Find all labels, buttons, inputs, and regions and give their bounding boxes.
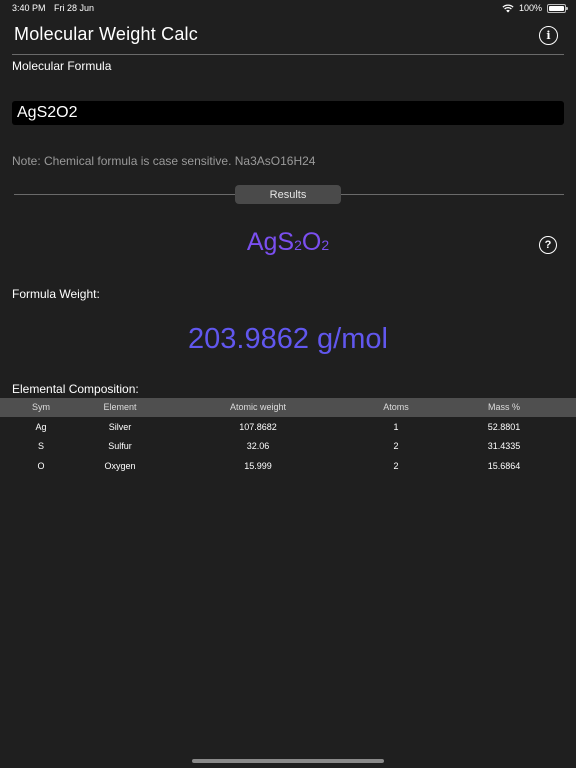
status-time: 3:40 PM — [12, 3, 46, 13]
wifi-icon — [502, 4, 514, 13]
status-right: 100% — [502, 3, 568, 13]
formula-input[interactable] — [12, 101, 564, 125]
column-header-mass-percent: Mass % — [487, 402, 520, 412]
composition-table-header: Sym Element Atomic weight Atoms Mass % — [0, 398, 576, 417]
column-header-atomic-weight: Atomic weight — [229, 402, 287, 412]
results-divider-left — [14, 194, 235, 195]
column-header-atoms: Atoms — [383, 402, 409, 412]
formula-element: S — [277, 228, 295, 256]
home-indicator[interactable] — [192, 759, 384, 763]
formula-weight-value: 203.9862 g/mol — [188, 323, 388, 355]
cell-element: Oxygen — [104, 461, 136, 471]
cell-element: Sulfur — [108, 441, 132, 451]
formula-subscript: 2 — [294, 237, 302, 253]
cell-atoms: 2 — [393, 461, 399, 471]
info-icon[interactable]: i — [539, 26, 558, 45]
app-screen: 3:40 PM Fri 28 Jun 100% Molecular Weight… — [0, 0, 576, 768]
battery-icon — [547, 3, 568, 13]
column-header-element: Element — [103, 402, 137, 412]
composition-label: Elemental Composition: — [12, 382, 139, 396]
cell-atomic-weight: 107.8682 — [239, 422, 277, 432]
table-row: Ag Silver 107.8682 1 52.8801 — [0, 418, 576, 437]
case-sensitive-note: Note: Chemical formula is case sensitive… — [12, 154, 316, 168]
results-divider-right — [341, 194, 564, 195]
formula-element: Ag — [246, 228, 278, 256]
battery-fill — [549, 5, 564, 11]
question-circle-icon[interactable]: ? — [539, 236, 557, 254]
nav-divider — [12, 54, 564, 55]
results-header: Results — [235, 185, 341, 204]
status-date: Fri 28 Jun — [54, 3, 95, 13]
status-bar: 3:40 PM Fri 28 Jun 100% — [0, 0, 576, 16]
table-row: O Oxygen 15.999 2 15.6864 — [0, 457, 576, 476]
formula-weight-label: Formula Weight: — [12, 287, 100, 301]
cell-mass-percent: 15.6864 — [487, 461, 521, 471]
battery-percent: 100% — [518, 3, 542, 13]
formula-subscript: 2 — [321, 237, 330, 253]
cell-mass-percent: 31.4335 — [487, 441, 521, 451]
table-row: S Sulfur 32.06 2 31.4335 — [0, 437, 576, 456]
status-left: 3:40 PM Fri 28 Jun — [12, 3, 100, 13]
cell-atomic-weight: 15.999 — [244, 461, 272, 471]
page-title: Molecular Weight Calc — [14, 24, 198, 44]
cell-atomic-weight: 32.06 — [246, 441, 270, 451]
formula-element: O — [301, 228, 322, 256]
formula-display: AgS2O2 — [0, 228, 576, 257]
cell-atoms: 2 — [393, 441, 399, 451]
formula-label: Molecular Formula — [12, 59, 112, 73]
cell-mass-percent: 52.8801 — [487, 422, 521, 432]
cell-atoms: 1 — [393, 422, 399, 432]
cell-element: Silver — [108, 422, 132, 432]
